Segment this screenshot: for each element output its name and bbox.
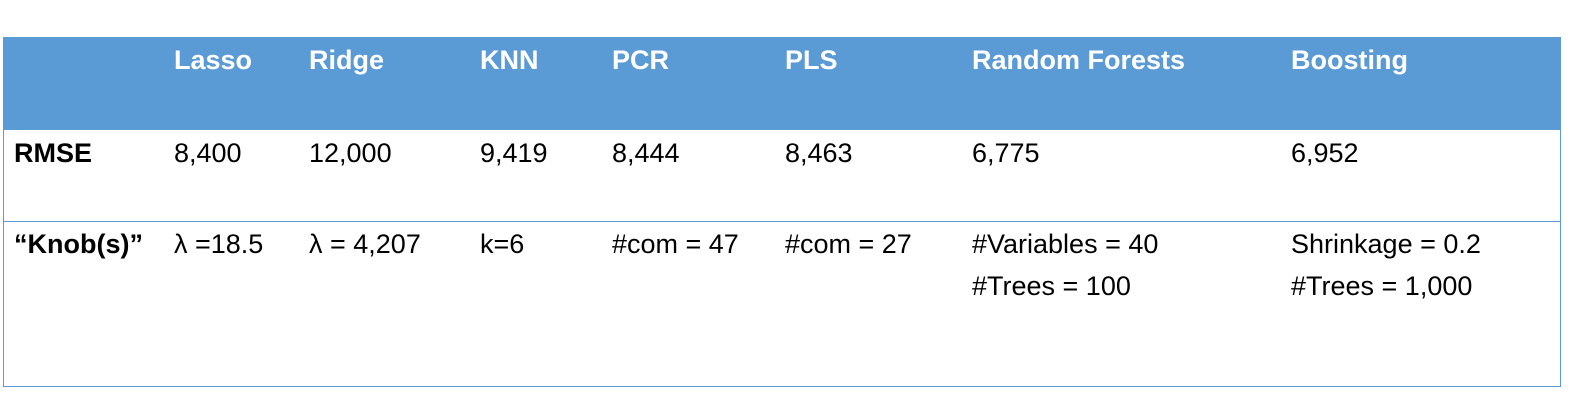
table-cell: λ =18.5 bbox=[174, 223, 263, 265]
cell-line: k=6 bbox=[480, 229, 525, 259]
table-cell: 8,400 bbox=[174, 138, 242, 168]
header-cell-pcr: PCR bbox=[612, 45, 670, 75]
table-header-row: Lasso Ridge KNN PCR PLS Random Forests B… bbox=[4, 37, 1560, 130]
table-cell: k=6 bbox=[480, 223, 524, 265]
cell-line: #com = 47 bbox=[612, 229, 739, 259]
table-cell: Shrinkage = 0.2 #Trees = 1,000 bbox=[1291, 223, 1481, 307]
cell-line: #Variables = 40 bbox=[972, 229, 1159, 259]
cell-line: λ =18.5 bbox=[174, 229, 264, 259]
header-cell-ridge: Ridge bbox=[309, 45, 385, 75]
header-cell-boosting: Boosting bbox=[1291, 45, 1408, 75]
comparison-table: Lasso Ridge KNN PCR PLS Random Forests B… bbox=[3, 37, 1561, 387]
table-cell: #com = 27 bbox=[785, 223, 912, 265]
table-cell: 12,000 bbox=[309, 138, 392, 168]
header-cell-random-forests: Random Forests bbox=[972, 45, 1186, 75]
row-label-rmse: RMSE bbox=[14, 138, 93, 168]
cell-line: #Trees = 100 bbox=[972, 271, 1131, 301]
table-row-knobs: “Knob(s)” λ =18.5 λ = 4,207 k=6 #com = 4… bbox=[4, 221, 1560, 387]
header-cell-pls: PLS bbox=[785, 45, 838, 75]
cell-line: #Trees = 1,000 bbox=[1291, 271, 1473, 301]
table-cell: 8,463 bbox=[785, 138, 853, 168]
table-cell: 8,444 bbox=[612, 138, 680, 168]
table-cell: #Variables = 40 #Trees = 100 bbox=[972, 223, 1158, 307]
header-cell-knn: KNN bbox=[480, 45, 539, 75]
table-row-rmse: RMSE 8,400 12,000 9,419 8,444 8,463 6,77… bbox=[4, 130, 1560, 222]
cell-line: Shrinkage = 0.2 bbox=[1291, 229, 1481, 259]
cell-line: #com = 27 bbox=[785, 229, 912, 259]
row-label-knobs: “Knob(s)” bbox=[14, 229, 143, 259]
table-cell: #com = 47 bbox=[612, 223, 739, 265]
header-cell-lasso: Lasso bbox=[174, 45, 253, 75]
table-cell: 9,419 bbox=[480, 138, 548, 168]
table-cell: 6,775 bbox=[972, 138, 1040, 168]
cell-line: λ = 4,207 bbox=[309, 229, 421, 259]
table-cell: 6,952 bbox=[1291, 138, 1359, 168]
table-cell: λ = 4,207 bbox=[309, 223, 421, 265]
